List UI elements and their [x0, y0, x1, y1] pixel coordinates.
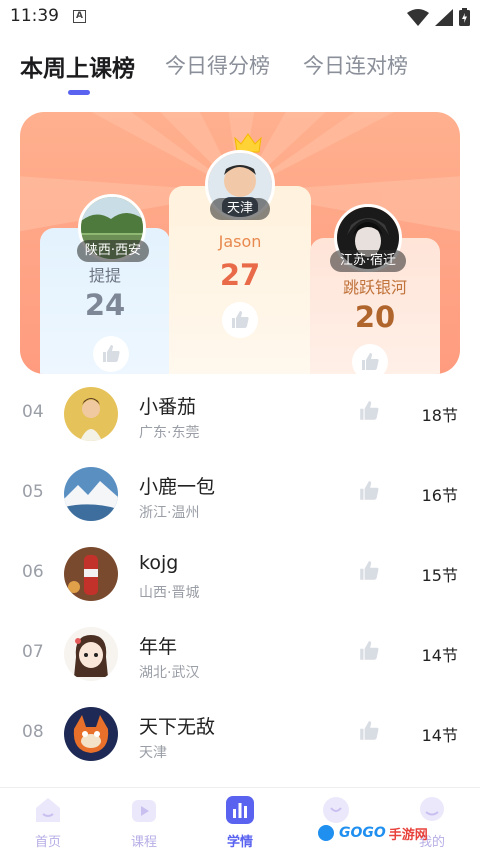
thumbs-up-icon	[362, 353, 379, 370]
nav-home[interactable]: 首页	[0, 788, 96, 853]
rank-number: 04	[22, 402, 44, 422]
rank-number: 06	[22, 562, 44, 582]
user-name: kojg	[139, 552, 179, 574]
notification-icon: A	[73, 10, 86, 23]
first-score: 27	[219, 258, 261, 292]
status-bar: 11:39 A	[0, 0, 480, 34]
user-location: 天津	[139, 745, 167, 761]
user-location: 浙江·温州	[139, 505, 200, 521]
user-location: 广东·东莞	[139, 425, 200, 441]
podium-card: 提提 24 陕西·西安 Jason 27 天津 跳跃银河 20 江苏·宿迁	[20, 112, 460, 374]
rank-number: 05	[22, 482, 44, 502]
watermark-logo: GOGO 手游网	[316, 822, 428, 844]
second-like-button[interactable]	[93, 336, 129, 372]
user-location: 湖北·武汉	[139, 665, 200, 681]
thumbs-up-icon	[232, 311, 249, 328]
ranking-tabs: 本周上课榜 今日得分榜 今日连对榜	[0, 44, 480, 100]
third-location: 江苏·宿迁	[330, 250, 406, 272]
third-like-button[interactable]	[352, 344, 388, 374]
first-location: 天津	[210, 198, 270, 220]
avatar[interactable]	[64, 467, 118, 521]
user-name: 小鹿一包	[139, 476, 216, 498]
avatar[interactable]	[64, 387, 118, 441]
rank-number: 07	[22, 642, 44, 662]
second-name: 提提	[88, 266, 121, 285]
class-count: 18节	[421, 406, 458, 425]
watermark-icon	[316, 823, 336, 843]
nav-label: 首页	[34, 835, 61, 850]
list-item[interactable]: 06 kojg 山西·晋城 15节	[0, 534, 480, 614]
second-location: 陕西·西安	[77, 240, 149, 262]
user-name: 小番茄	[139, 396, 197, 418]
watermark-text: GOGO	[339, 825, 386, 841]
user-name: 年年	[139, 636, 178, 658]
thumbs-up-icon[interactable]	[358, 640, 380, 662]
tab-daily-streak[interactable]: 今日连对榜	[303, 50, 408, 80]
battery-icon	[459, 8, 470, 26]
nav-course[interactable]: 课程	[96, 788, 192, 853]
class-count: 14节	[421, 646, 458, 665]
stats-icon	[226, 796, 254, 824]
third-name: 跳跃银河	[342, 278, 407, 297]
class-count: 15节	[421, 566, 458, 585]
signal-icon	[435, 8, 453, 26]
thumbs-up-icon[interactable]	[358, 480, 380, 502]
thumbs-up-icon[interactable]	[358, 560, 380, 582]
avatar[interactable]	[64, 627, 118, 681]
list-item[interactable]: 08 天下无敌 天津 14节	[0, 694, 480, 774]
home-icon	[36, 798, 60, 822]
nav-stats[interactable]: 学情	[192, 788, 288, 853]
first-name: Jason	[218, 232, 262, 251]
class-count: 14节	[421, 726, 458, 745]
status-icons	[407, 8, 470, 26]
nav-label: 课程	[130, 835, 157, 850]
rank-number: 08	[22, 722, 44, 742]
avatar[interactable]	[64, 707, 118, 761]
tab-daily-score[interactable]: 今日得分榜	[165, 50, 270, 80]
status-time: 11:39	[10, 6, 59, 26]
thumbs-up-icon[interactable]	[358, 400, 380, 422]
avatar[interactable]	[64, 547, 118, 601]
user-location: 山西·晋城	[139, 585, 200, 601]
watermark-text-cn: 手游网	[388, 827, 428, 843]
list-item[interactable]: 07 年年 湖北·武汉 14节	[0, 614, 480, 694]
wifi-icon	[407, 8, 429, 26]
class-count: 16节	[421, 486, 458, 505]
first-like-button[interactable]	[222, 302, 258, 338]
course-icon	[132, 800, 156, 822]
thumbs-up-icon	[103, 345, 120, 362]
nav-label: 学情	[226, 835, 253, 850]
tab-weekly-class[interactable]: 本周上课榜	[20, 49, 135, 83]
third-score: 20	[354, 300, 396, 334]
list-item[interactable]: 05 小鹿一包 浙江·温州 16节	[0, 454, 480, 534]
tab-indicator	[68, 90, 90, 95]
user-name: 天下无敌	[139, 716, 216, 738]
list-item[interactable]: 04 小番茄 广东·东莞 18节	[0, 374, 480, 454]
second-score: 24	[84, 288, 126, 322]
thumbs-up-icon[interactable]	[358, 720, 380, 742]
